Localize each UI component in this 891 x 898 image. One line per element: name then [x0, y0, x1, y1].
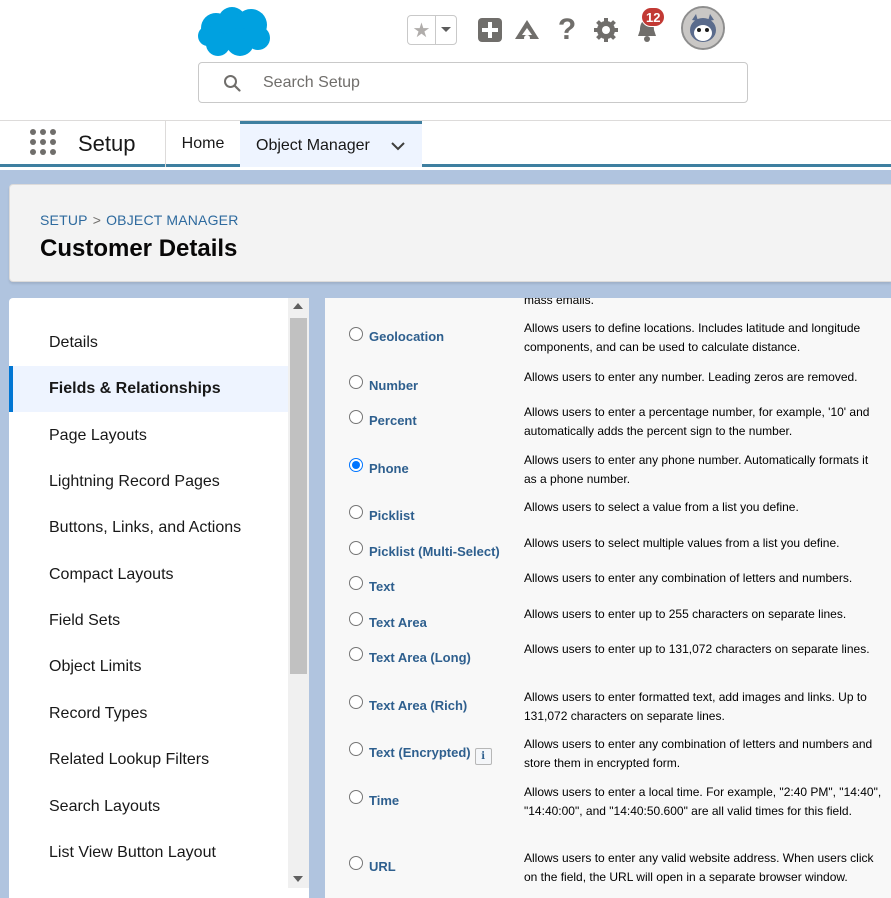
search-icon: [224, 75, 241, 92]
field-type-label: Picklist (Multi-Select): [369, 544, 500, 559]
search-input[interactable]: [263, 71, 723, 95]
field-type-label-text: Text (Encrypted): [369, 745, 471, 760]
nav-item-list-view-button-layout[interactable]: List View Button Layout: [9, 830, 288, 876]
field-type-description: Allows users to select a value from a li…: [524, 500, 799, 514]
tab-label: Object Manager: [256, 136, 370, 154]
field-type-radio[interactable]: [349, 790, 363, 804]
app-launcher-icon[interactable]: [30, 129, 58, 157]
nav-item-compact-layouts[interactable]: Compact Layouts: [9, 552, 288, 598]
field-type-description: Allows users to enter a local time. For …: [524, 785, 882, 818]
field-type-label: Text (Encrypted) i: [369, 745, 492, 765]
left-panel: Details Fields & Relationships Page Layo…: [9, 298, 309, 898]
field-type-radio[interactable]: [349, 541, 363, 555]
breadcrumb-separator: >: [92, 212, 102, 228]
field-type-description: Allows users to enter up to 255 characte…: [524, 607, 847, 621]
field-type-description: Allows users to enter any combination of…: [524, 571, 853, 585]
field-type-list: mass emails. Geolocation Allows users to…: [325, 298, 891, 898]
star-icon[interactable]: ★: [408, 16, 436, 44]
field-type-label: Text Area (Rich): [369, 698, 468, 713]
field-type-radio[interactable]: [349, 375, 363, 389]
info-icon[interactable]: i: [474, 748, 492, 765]
field-type-radio[interactable]: [349, 410, 363, 424]
field-type-radio[interactable]: [349, 742, 363, 756]
field-type-description: Allows users to enter formatted text, ad…: [524, 690, 867, 723]
field-type-description: Allows users to enter a percentage numbe…: [524, 405, 870, 438]
field-type-description: Allows users to enter any phone number. …: [524, 453, 869, 486]
nav-item-search-layouts[interactable]: Search Layouts: [9, 784, 288, 830]
chevron-down-icon[interactable]: [390, 138, 406, 154]
scrollbar[interactable]: [288, 298, 309, 888]
salesforce-logo[interactable]: [196, 6, 272, 58]
field-type-label: Text Area (Long): [369, 650, 471, 665]
breadcrumb: SETUP > OBJECT MANAGER: [40, 212, 239, 228]
nav-item-object-limits[interactable]: Object Limits: [9, 644, 288, 690]
context-bar: Setup Home Object Manager: [0, 121, 891, 167]
tab-object-manager[interactable]: Object Manager: [240, 121, 422, 167]
tab-home[interactable]: Home: [166, 121, 240, 167]
scroll-thumb[interactable]: [290, 318, 307, 674]
add-icon[interactable]: [474, 14, 506, 46]
search-box: [198, 62, 748, 103]
page-title: Customer Details: [40, 235, 238, 262]
nav-item-buttons-links-actions[interactable]: Buttons, Links, and Actions: [9, 505, 288, 551]
field-type-radio[interactable]: [349, 695, 363, 709]
favorites-group: ★: [407, 15, 457, 45]
page-header: SETUP > OBJECT MANAGER Customer Details: [9, 184, 891, 282]
app-name: Setup: [78, 131, 136, 156]
field-type-radio[interactable]: [349, 505, 363, 519]
nav-item-details[interactable]: Details: [9, 320, 288, 366]
field-type-label: Picklist: [369, 508, 415, 523]
field-type-radio[interactable]: [349, 647, 363, 661]
breadcrumb-object-manager[interactable]: OBJECT MANAGER: [106, 212, 238, 228]
nav-item-related-lookup-filters[interactable]: Related Lookup Filters: [9, 737, 288, 783]
field-type-description: Allows users to select multiple values f…: [524, 536, 840, 550]
object-nav: Details Fields & Relationships Page Layo…: [9, 298, 288, 898]
field-type-description: Allows users to enter any valid website …: [524, 851, 874, 884]
scroll-down-arrow[interactable]: [293, 876, 303, 882]
trailhead-icon[interactable]: [511, 14, 543, 46]
field-type-radio[interactable]: [349, 327, 363, 341]
nav-item-fields-relationships[interactable]: Fields & Relationships: [9, 366, 288, 412]
field-type-description: Allows users to define locations. Includ…: [524, 321, 861, 354]
field-type-radio[interactable]: [349, 856, 363, 870]
field-type-description: Allows users to enter any number. Leadin…: [524, 370, 858, 384]
nav-item-field-sets[interactable]: Field Sets: [9, 598, 288, 644]
field-type-label: Time: [369, 793, 400, 808]
favorites-dropdown-button[interactable]: [436, 16, 456, 44]
field-type-label: Phone: [369, 461, 409, 476]
global-header: ★ ? 12: [0, 0, 891, 121]
avatar[interactable]: [681, 6, 725, 50]
breadcrumb-setup[interactable]: SETUP: [40, 212, 88, 228]
help-icon[interactable]: ?: [551, 13, 583, 46]
nav-item-record-types[interactable]: Record Types: [9, 691, 288, 737]
tab-label: Home: [181, 135, 225, 152]
nav-item-lightning-record-pages[interactable]: Lightning Record Pages: [9, 459, 288, 505]
field-type-description: Allows users to enter up to 131,072 char…: [524, 642, 870, 656]
field-type-label: Number: [369, 378, 419, 393]
nav-item-page-layouts[interactable]: Page Layouts: [9, 413, 288, 459]
field-type-label: Text: [369, 579, 395, 594]
gear-icon[interactable]: [590, 14, 622, 46]
field-type-description: Allows users to enter any combination of…: [524, 737, 873, 770]
field-type-label: Geolocation: [369, 329, 445, 344]
chevron-down-icon: [441, 27, 451, 32]
field-type-radio[interactable]: [349, 576, 363, 590]
field-type-description: mass emails.: [524, 298, 595, 307]
field-type-label: Percent: [369, 413, 417, 428]
field-type-label: Text Area: [369, 615, 427, 630]
field-type-radio[interactable]: [349, 458, 363, 472]
notification-badge: 12: [641, 7, 666, 27]
field-type-radio[interactable]: [349, 612, 363, 626]
field-type-label: URL: [369, 859, 396, 874]
scroll-up-arrow[interactable]: [293, 303, 303, 309]
